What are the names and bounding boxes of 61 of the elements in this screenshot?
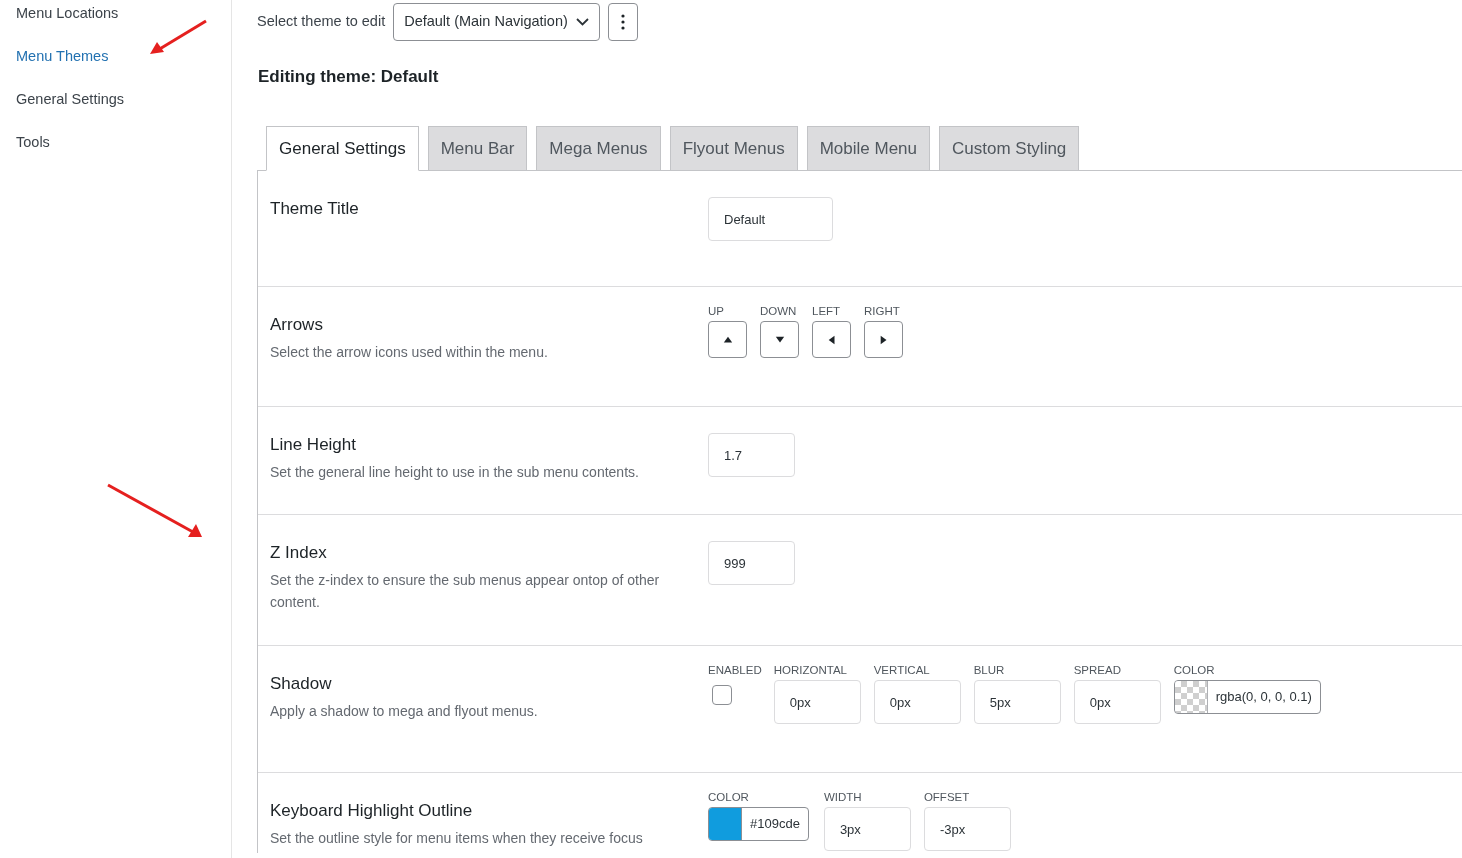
sidebar-link[interactable]: Menu Locations (16, 0, 231, 43)
setting-title: Line Height (270, 435, 357, 455)
theme-select[interactable]: Default (Main Navigation) (393, 3, 600, 41)
theme-select-label: Select theme to edit (257, 12, 386, 32)
chevron-down-icon (575, 18, 589, 26)
text-field[interactable]: Default (708, 197, 833, 241)
more-options-button[interactable] (607, 3, 638, 41)
sidebar-link[interactable]: General Settings (16, 86, 231, 129)
text-field[interactable]: 999 (708, 541, 795, 585)
triangle-up-icon (722, 334, 733, 345)
arrow-select-button[interactable] (864, 321, 903, 358)
field-label: DOWN (760, 304, 798, 319)
arrow-select-button[interactable] (812, 321, 851, 358)
setting-description: Apply a shadow to mega and flyout menus. (270, 702, 539, 721)
field-label: UP (708, 304, 725, 319)
settings-tab[interactable]: Mega Menus (536, 126, 661, 170)
triangle-down-icon (774, 334, 785, 345)
sidebar-link[interactable]: Tools (16, 129, 231, 172)
text-field[interactable]: 1.7 (708, 433, 795, 477)
setting-title: Shadow (270, 674, 333, 694)
color-picker-field[interactable]: #109cde (708, 807, 809, 841)
triangle-right-icon (878, 334, 889, 345)
text-field[interactable]: 0px (773, 680, 861, 724)
setting-description: Set the outline style for menu items when they receive focus (270, 829, 644, 848)
field-label: COLOR (708, 790, 750, 805)
text-field[interactable]: 5px (973, 680, 1061, 724)
arrow-select-button[interactable] (760, 321, 799, 358)
arrow-select-button[interactable] (708, 321, 747, 358)
settings-tab[interactable]: Custom Styling (939, 126, 1080, 170)
field-label: HORIZONTAL (773, 663, 848, 678)
editing-heading: Editing theme: Default (258, 66, 440, 88)
color-picker-field[interactable]: rgba(0, 0, 0, 0.1) (1173, 680, 1321, 714)
vertical-dots-icon (620, 14, 625, 30)
field-label: OFFSET (923, 790, 971, 805)
triangle-left-icon (826, 334, 837, 345)
settings-tab[interactable]: Flyout Menus (669, 126, 798, 170)
setting-title: Theme Title (270, 199, 360, 219)
setting-description: Select the arrow icons used within the menu. (270, 343, 549, 362)
setting-title: Z Index (270, 543, 328, 563)
field-label: LEFT (812, 304, 842, 319)
text-field[interactable]: 0px (1073, 680, 1161, 724)
checkbox[interactable] (712, 685, 732, 705)
text-field[interactable]: 3px (823, 807, 911, 851)
transparent-swatch (1174, 681, 1208, 713)
settings-tab[interactable]: General Settings (266, 126, 419, 171)
field-label: ENABLED (708, 663, 762, 678)
setting-title: Keyboard Highlight Outline (270, 801, 474, 821)
setting-description: Set the general line height to use in the sub menu contents. (270, 463, 640, 482)
sidebar-link[interactable]: Menu Themes (16, 43, 231, 86)
setting-description: Set the z-index to ensure the sub menus appear ontop of other content. (270, 571, 661, 612)
field-label: BLUR (973, 663, 1006, 678)
text-field[interactable]: -3px (923, 807, 1011, 851)
settings-tab[interactable]: Mobile Menu (806, 126, 930, 170)
settings-tab[interactable]: Menu Bar (427, 126, 528, 170)
field-label: COLOR (1173, 663, 1216, 678)
setting-title: Arrows (270, 315, 324, 335)
field-label: VERTICAL (873, 663, 931, 678)
field-label: WIDTH (823, 790, 863, 805)
field-label: SPREAD (1073, 663, 1122, 678)
text-field[interactable]: 0px (873, 680, 961, 724)
field-label: RIGHT (864, 304, 901, 319)
